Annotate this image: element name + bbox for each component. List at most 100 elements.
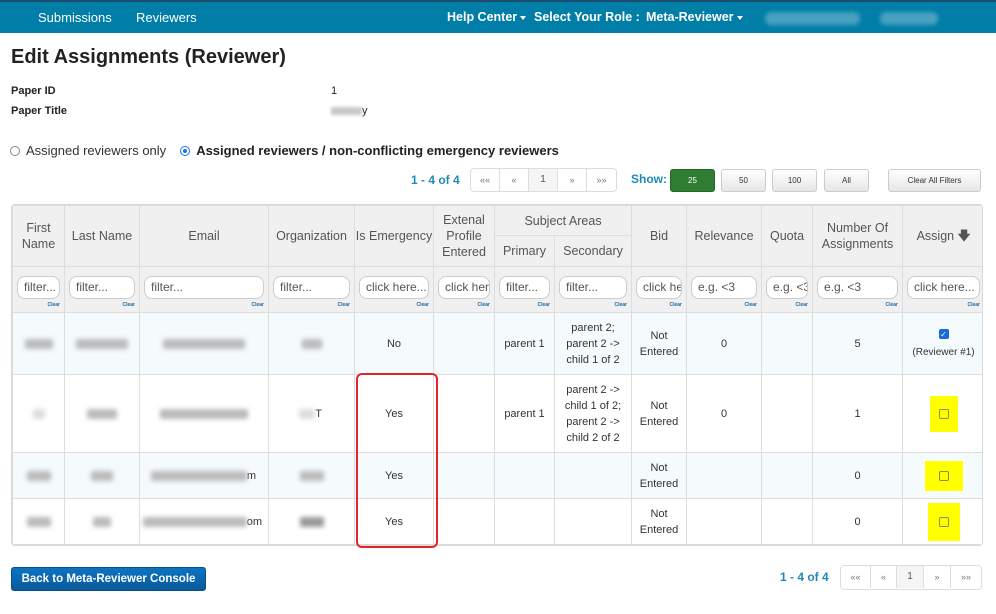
page-prev-button[interactable]: « (871, 566, 897, 588)
filter-assign-select[interactable]: click here... (907, 276, 981, 299)
user-menu-redacted[interactable] (880, 12, 938, 25)
filter-is-emergency-select[interactable]: click here... (359, 276, 429, 299)
cell-email (139, 374, 269, 453)
clear-all-filters-button[interactable]: Clear All Filters (888, 169, 981, 192)
table-row: T Yes parent 1 parent 2 -> child 1 of 2;… (12, 374, 982, 453)
clear-link[interactable]: Clear (69, 301, 135, 309)
cell-num-assignments: 0 (812, 452, 904, 499)
clear-link[interactable]: Clear (499, 301, 550, 309)
cell-bid: Not Entered (631, 452, 688, 499)
redacted-text (91, 470, 113, 481)
clear-link[interactable]: Clear (817, 301, 899, 309)
cell-organization (268, 498, 355, 545)
redacted-text (142, 516, 247, 527)
header-num-assignments[interactable]: Number Of Assignments (812, 205, 904, 267)
header-is-emergency[interactable]: Is Emergency (354, 205, 434, 267)
header-bid[interactable]: Bid (631, 205, 688, 267)
radio-assigned-emergency-label[interactable]: Assigned reviewers / non-conflicting eme… (196, 143, 559, 158)
cell-quota (761, 498, 814, 545)
page-last-button[interactable]: »» (587, 169, 616, 191)
clear-link[interactable]: Clear (273, 301, 350, 309)
cell-first-name (12, 312, 65, 375)
filter-email-input[interactable]: filter... (144, 276, 264, 299)
filter-last-name-input[interactable]: filter... (69, 276, 135, 299)
page-1-button[interactable]: 1 (897, 566, 924, 588)
header-relevance[interactable]: Relevance (686, 205, 763, 267)
cell-is-emergency: Yes (354, 374, 434, 453)
cell-secondary (553, 498, 633, 545)
result-count-bottom: 1 - 4 of 4 (780, 570, 829, 584)
clear-link[interactable]: Clear (691, 301, 758, 309)
clear-link[interactable]: Clear (438, 301, 490, 309)
clear-link[interactable]: Clear (636, 301, 683, 309)
radio-assigned-only-label[interactable]: Assigned reviewers only (26, 143, 166, 158)
header-quota[interactable]: Quota (761, 205, 814, 267)
nav-reviewers[interactable]: Reviewers (136, 10, 197, 25)
header-secondary[interactable]: Secondary (553, 235, 633, 267)
header-last-name[interactable]: Last Name (64, 205, 140, 267)
clear-link[interactable]: Clear (144, 301, 264, 309)
cell-organization: T (268, 374, 355, 453)
header-assign[interactable]: Assign 🡇 (902, 205, 982, 267)
show-all-button[interactable]: All (824, 169, 869, 192)
filter-bid-select[interactable]: click here... (636, 276, 683, 299)
filter-external-profile-select[interactable]: click here... (438, 276, 490, 299)
page-next-button[interactable]: » (924, 566, 951, 588)
user-name-redacted[interactable] (765, 12, 860, 25)
page-last-button[interactable]: »» (951, 566, 981, 588)
radio-assigned-emergency[interactable] (180, 145, 191, 156)
redacted-text (163, 338, 245, 349)
page-1-button[interactable]: 1 (529, 169, 558, 191)
cell-is-emergency: No (354, 312, 434, 375)
clear-link[interactable]: Clear (359, 301, 429, 309)
cell-email: m (139, 452, 269, 499)
nav-help-center[interactable]: Help Center (447, 10, 527, 24)
clear-link[interactable]: Clear (766, 301, 809, 309)
role-dropdown[interactable]: Meta-Reviewer (646, 10, 743, 24)
show-25-button[interactable]: 25 (670, 169, 715, 192)
filter-secondary-input[interactable]: filter... (559, 276, 628, 299)
page-next-button[interactable]: » (558, 169, 587, 191)
pagination-bottom: «« « 1 » »» (840, 565, 982, 590)
filter-organization-input[interactable]: filter... (273, 276, 350, 299)
page-prev-button[interactable]: « (500, 169, 529, 191)
email-suffix: om (246, 515, 262, 528)
header-first-name[interactable]: First Name (12, 205, 65, 267)
assign-checkbox[interactable] (938, 516, 949, 527)
cell-relevance: 0 (686, 374, 763, 453)
show-100-button[interactable]: 100 (772, 169, 817, 192)
nav-submissions[interactable]: Submissions (38, 10, 112, 25)
filter-num-assignments-input[interactable]: e.g. <3 (817, 276, 899, 299)
redacted-text (24, 338, 53, 349)
clear-link[interactable]: Clear (559, 301, 628, 309)
back-to-console-button[interactable]: Back to Meta-Reviewer Console (11, 567, 206, 591)
redacted-text (26, 470, 51, 481)
show-50-button[interactable]: 50 (721, 169, 766, 192)
assign-checkbox[interactable]: ✓ (938, 329, 949, 340)
filter-cell: click here... Clear (433, 266, 495, 313)
chevron-down-icon (736, 15, 743, 20)
cell-primary: parent 1 (494, 312, 555, 375)
clear-link[interactable]: Clear (907, 301, 981, 309)
header-primary[interactable]: Primary (494, 235, 555, 267)
filter-quota-input[interactable]: e.g. <3 (766, 276, 809, 299)
filter-relevance-input[interactable]: e.g. <3 (691, 276, 758, 299)
assign-checkbox[interactable] (938, 470, 949, 481)
clear-link[interactable]: Clear (17, 301, 60, 309)
cell-organization (268, 312, 355, 375)
filter-cell: filter... Clear (494, 266, 555, 313)
header-email[interactable]: Email (139, 205, 269, 267)
assign-checkbox[interactable] (938, 408, 949, 419)
header-assign-label: Assign (916, 229, 955, 243)
cell-is-emergency: Yes (354, 498, 434, 545)
cell-email: om (139, 498, 269, 545)
redacted-text (32, 408, 45, 419)
page-first-button[interactable]: «« (471, 169, 500, 191)
paper-id-label: Paper ID (11, 85, 56, 97)
header-organization[interactable]: Organization (268, 205, 355, 267)
header-external-profile[interactable]: Extenal Profile Entered (433, 205, 495, 267)
page-first-button[interactable]: «« (841, 566, 871, 588)
radio-assigned-only[interactable] (10, 145, 20, 156)
filter-first-name-input[interactable]: filter... (17, 276, 60, 299)
filter-primary-input[interactable]: filter... (499, 276, 550, 299)
